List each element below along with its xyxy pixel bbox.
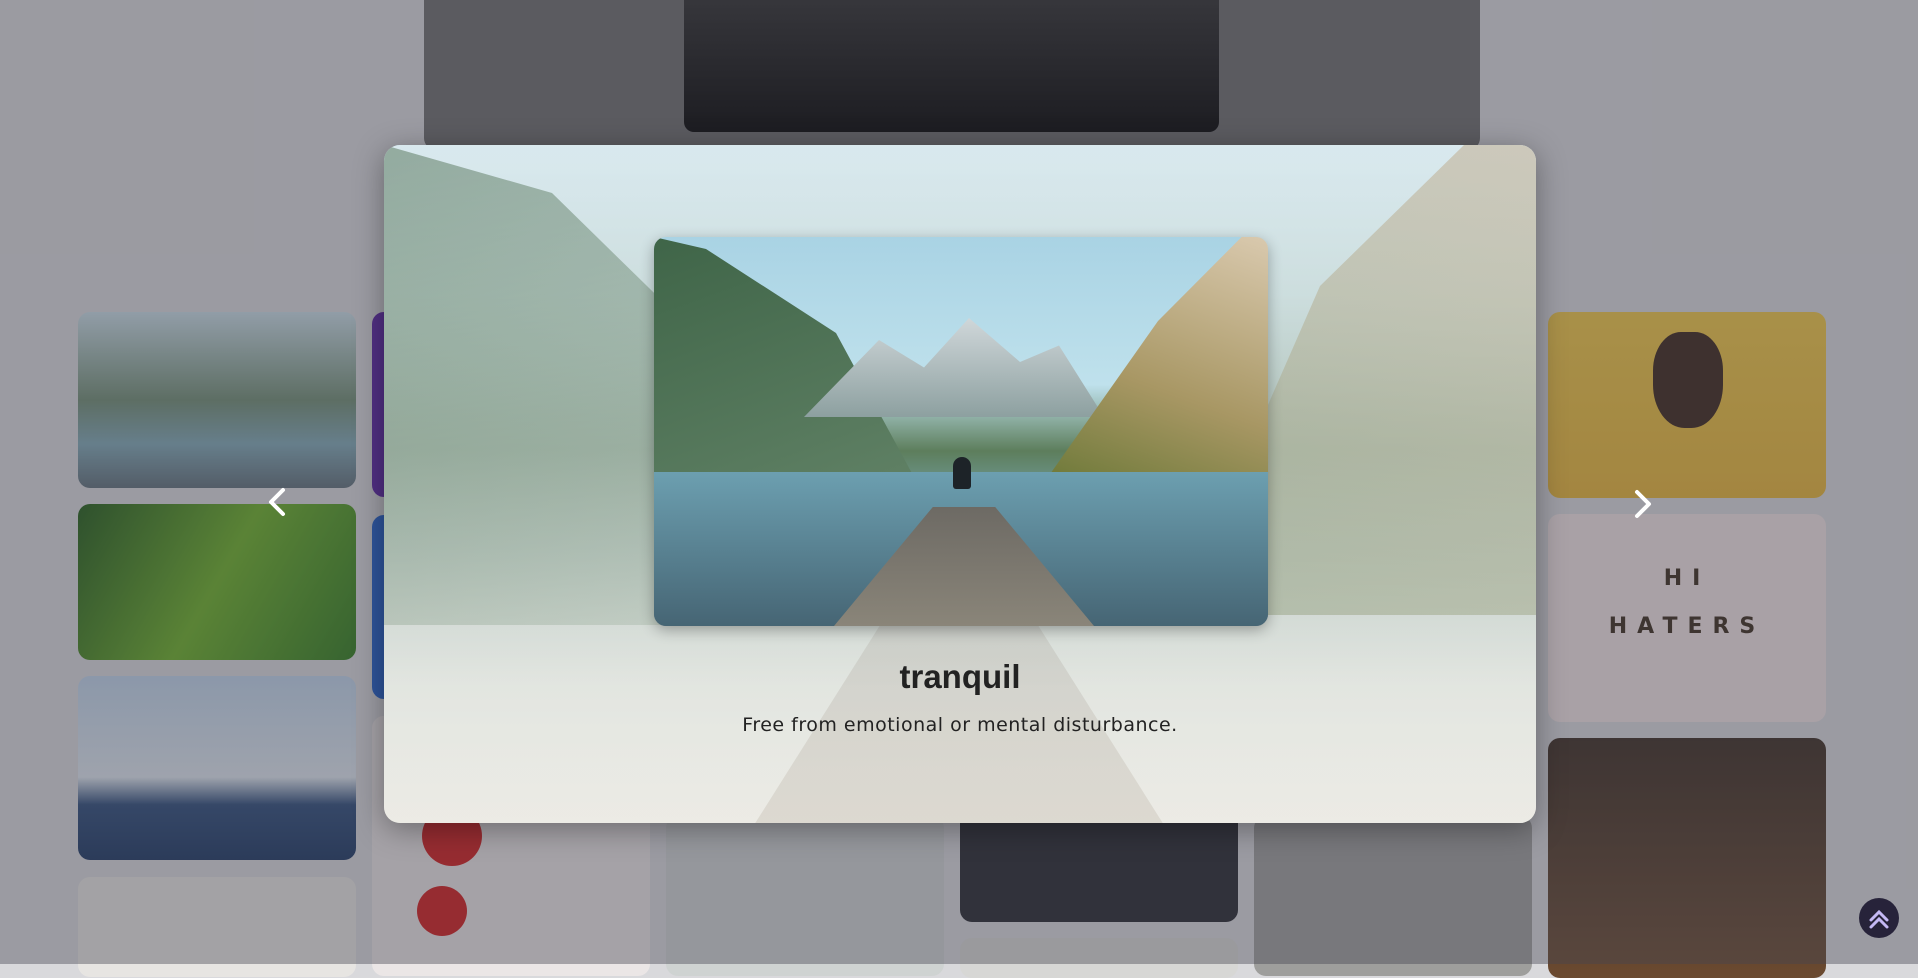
image-mountain-right [1048, 237, 1268, 477]
double-chevron-up-icon [1869, 909, 1889, 929]
next-image-button[interactable] [1622, 484, 1662, 524]
image-lightbox-modal: tranquil Free from emotional or mental d… [384, 145, 1536, 823]
scroll-to-top-button[interactable] [1859, 898, 1899, 938]
image-description: Free from emotional or mental disturbanc… [742, 714, 1178, 736]
chevron-right-icon [1635, 490, 1651, 518]
featured-image [654, 237, 1268, 626]
chevron-left-icon [269, 488, 285, 516]
previous-image-button[interactable] [258, 482, 298, 522]
image-person [953, 457, 971, 489]
image-title: tranquil [899, 658, 1021, 695]
